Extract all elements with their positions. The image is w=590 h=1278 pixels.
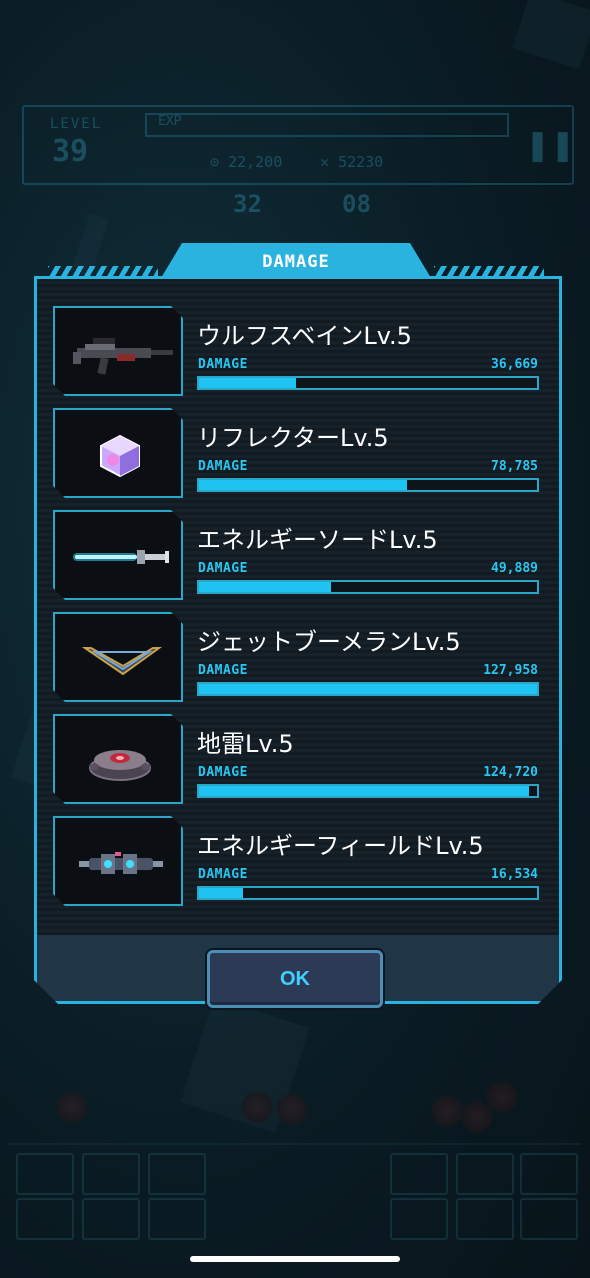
- rifle-icon: [55, 308, 185, 398]
- weapon-name: エネルギーソードLv.5: [197, 526, 438, 554]
- damage-value: 78,785: [491, 459, 538, 474]
- damage-label: DAMAGE: [198, 459, 248, 474]
- enemy-orb: [55, 1090, 89, 1124]
- ok-button[interactable]: OK: [207, 950, 383, 1008]
- damage-bar-fill: [199, 378, 296, 388]
- coin-value: 22,200: [228, 153, 283, 171]
- pause-icon[interactable]: ❚❚: [525, 128, 575, 163]
- timer-minutes: 32: [233, 190, 262, 218]
- field-generator-icon: [55, 818, 185, 908]
- crystal-cube-icon: [55, 410, 185, 500]
- damage-label: DAMAGE: [198, 357, 248, 372]
- dock-slot: [148, 1153, 206, 1195]
- damage-bar: [197, 376, 539, 390]
- enemy-orb: [485, 1080, 519, 1114]
- weapon-thumbnail: [53, 306, 183, 396]
- dock-slot: [456, 1153, 514, 1195]
- coin-counter: ⊙ 22,200: [210, 153, 283, 171]
- damage-label: DAMAGE: [198, 561, 248, 576]
- dock-slot: [16, 1198, 74, 1240]
- enemy-orb: [240, 1090, 274, 1124]
- damage-bar: [197, 580, 539, 594]
- weapon-name: エネルギーフィールドLv.5: [197, 832, 484, 860]
- level-label: LEVEL: [50, 116, 103, 132]
- dock-slot: [456, 1198, 514, 1240]
- home-indicator[interactable]: [190, 1256, 400, 1262]
- damage-value: 127,958: [483, 663, 538, 678]
- damage-bar-fill: [199, 888, 243, 898]
- weapon-row-landmine: 地雷Lv.5 DAMAGE 124,720: [53, 714, 543, 806]
- damage-label: DAMAGE: [198, 765, 248, 780]
- enemy-orb: [275, 1092, 309, 1126]
- damage-value: 16,534: [491, 867, 538, 882]
- weapon-thumbnail: [53, 510, 183, 600]
- weapon-name: ウルフスベインLv.5: [197, 322, 412, 350]
- dock-slot: [82, 1153, 140, 1195]
- game-screen: LEVEL 39 EXP ⊙ 22,200 ✕ 52230 ❚❚ 32 08 D…: [0, 0, 590, 1278]
- weapon-row-reflector: リフレクターLv.5 DAMAGE 78,785: [53, 408, 543, 500]
- enemy-orb: [430, 1094, 464, 1128]
- weapon-row-wolfsbane: ウルフスベインLv.5 DAMAGE 36,669: [53, 306, 543, 398]
- damage-bar-fill: [199, 786, 529, 796]
- dock-slot: [520, 1198, 578, 1240]
- dock-slot: [148, 1198, 206, 1240]
- modal-title: DAMAGE: [262, 252, 330, 272]
- weapon-name: ジェットブーメランLv.5: [197, 628, 461, 656]
- damage-bar: [197, 784, 539, 798]
- timer-seconds: 08: [342, 190, 371, 218]
- damage-bar-fill: [199, 480, 407, 490]
- damage-bar: [197, 478, 539, 492]
- weapon-name: 地雷Lv.5: [197, 730, 294, 758]
- damage-label: DAMAGE: [198, 663, 248, 678]
- weapon-thumbnail: [53, 408, 183, 498]
- energy-sword-icon: [55, 512, 185, 602]
- damage-value: 36,669: [491, 357, 538, 372]
- damage-value: 124,720: [483, 765, 538, 780]
- weapon-name: リフレクターLv.5: [197, 424, 389, 452]
- kill-counter: ✕ 52230: [320, 153, 384, 171]
- weapon-row-energy-field: エネルギーフィールドLv.5 DAMAGE 16,534: [53, 816, 543, 908]
- dock-slot: [82, 1198, 140, 1240]
- landmine-icon: [55, 716, 185, 806]
- damage-bar-fill: [199, 582, 331, 592]
- weapon-thumbnail: [53, 816, 183, 906]
- level-value: 39: [52, 134, 89, 169]
- boomerang-icon: [55, 614, 185, 704]
- dock-slot: [520, 1153, 578, 1195]
- background-tile: [512, 0, 590, 70]
- weapon-thumbnail: [53, 714, 183, 804]
- dock-slot: [390, 1198, 448, 1240]
- damage-label: DAMAGE: [198, 867, 248, 882]
- kill-value: 52230: [338, 153, 384, 171]
- weapon-thumbnail: [53, 612, 183, 702]
- exp-label: EXP: [158, 114, 182, 129]
- dock-slot: [16, 1153, 74, 1195]
- dock-slot: [390, 1153, 448, 1195]
- exp-bar: [145, 113, 509, 137]
- damage-bar: [197, 682, 539, 696]
- weapon-row-jet-boomerang: ジェットブーメランLv.5 DAMAGE 127,958: [53, 612, 543, 704]
- damage-bar-fill: [199, 684, 537, 694]
- damage-bar: [197, 886, 539, 900]
- weapon-row-energy-sword: エネルギーソードLv.5 DAMAGE 49,889: [53, 510, 543, 602]
- damage-value: 49,889: [491, 561, 538, 576]
